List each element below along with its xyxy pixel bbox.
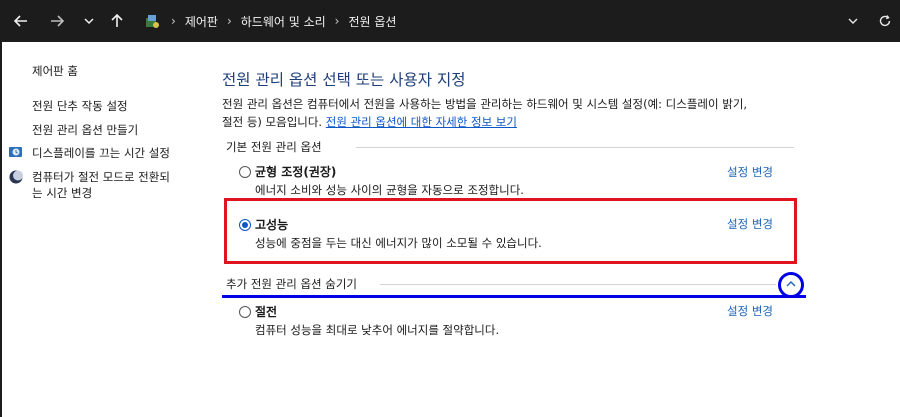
breadcrumb-separator: ›: [334, 14, 340, 28]
sidebar-item-sleep-line2[interactable]: 는 시간 변경: [32, 185, 92, 201]
forward-button[interactable]: [44, 8, 70, 34]
collapse-button[interactable]: [778, 272, 804, 298]
highlight-underline-blue: [222, 295, 806, 298]
plan-balanced-desc: 에너지 소비와 성능 사이의 균형을 자동으로 조정합니다.: [255, 183, 524, 197]
breadcrumb-separator: ›: [171, 14, 176, 28]
sidebar-item-control-panel-home[interactable]: 제어판 홈: [32, 63, 78, 79]
plan-high-performance-desc: 성능에 중점을 두는 대신 에너지가 많이 소모될 수 있습니다.: [255, 236, 542, 250]
refresh-icon: [879, 15, 891, 27]
description-line1: 전원 관리 옵션은 컴퓨터에서 전원을 사용하는 방법을 관리하는 하드웨어 및…: [222, 97, 748, 111]
title-bar: › 제어판 › 하드웨어 및 소리 › 전원 옵션: [0, 0, 900, 42]
arrow-left-icon: [13, 15, 27, 27]
plan-power-saver-desc: 컴퓨터 성능을 최대로 낮추어 에너지를 절약합니다.: [255, 323, 500, 337]
sidebar-item-sleep-line1[interactable]: 컴퓨터가 절전 모드로 전환되: [32, 169, 170, 185]
sidebar-item-create-plan[interactable]: 전원 관리 옵션 만들기: [32, 122, 138, 138]
sidebar-item-power-button[interactable]: 전원 단추 작동 설정: [32, 98, 128, 114]
up-button[interactable]: [104, 8, 130, 34]
breadcrumb-separator: ›: [226, 14, 232, 28]
chevron-up-icon: [786, 281, 796, 287]
description-text: 절전 등) 모음입니다.: [222, 115, 323, 129]
group-divider: [380, 284, 776, 285]
group-extra-title[interactable]: 추가 전원 관리 옵션 숨기기: [226, 276, 357, 292]
plan-high-performance-radio[interactable]: [239, 219, 251, 231]
group-basic-title: 기본 전원 관리 옵션: [226, 140, 322, 154]
back-button[interactable]: [8, 8, 34, 34]
plan-balanced-change-link[interactable]: 설정 변경: [727, 164, 773, 180]
highlight-box-red: [224, 198, 797, 264]
plan-balanced-radio[interactable]: [239, 166, 251, 178]
moon-icon: [9, 170, 23, 184]
plan-high-performance-name[interactable]: 고성능: [255, 216, 288, 233]
arrow-up-icon: [111, 13, 123, 27]
breadcrumb-hardware-sound[interactable]: 하드웨어 및 소리: [241, 13, 326, 30]
group-divider: [356, 147, 794, 148]
recent-locations-button[interactable]: [76, 8, 102, 34]
address-bar[interactable]: › 제어판 › 하드웨어 및 소리 › 전원 옵션: [135, 4, 865, 38]
control-panel-icon: [146, 15, 159, 28]
plan-power-saver-radio[interactable]: [239, 306, 251, 318]
plan-balanced-name[interactable]: 균형 조정(권장): [255, 163, 336, 180]
sidebar: 제어판 홈 전원 단추 작동 설정 전원 관리 옵션 만들기 디스플레이를 끄는…: [0, 42, 215, 417]
clock-shield-icon: [9, 147, 22, 157]
chevron-down-icon: [84, 18, 94, 25]
plan-power-saver-change-link[interactable]: 설정 변경: [727, 303, 773, 319]
address-dropdown-button[interactable]: [840, 8, 866, 34]
power-plan-info-link[interactable]: 전원 관리 옵션에 대한 자세한 정보 보기: [326, 115, 517, 129]
main-content: 전원 관리 옵션 선택 또는 사용자 지정 전원 관리 옵션은 컴퓨터에서 전원…: [222, 42, 900, 417]
sidebar-item-display-off[interactable]: 디스플레이를 끄는 시간 설정: [32, 145, 170, 161]
page-title: 전원 관리 옵션 선택 또는 사용자 지정: [222, 71, 466, 89]
breadcrumb-control-panel[interactable]: 제어판: [185, 13, 218, 30]
plan-high-performance-change-link[interactable]: 설정 변경: [727, 216, 773, 232]
breadcrumb-power-options[interactable]: 전원 옵션: [348, 13, 396, 30]
page-description: 전원 관리 옵션은 컴퓨터에서 전원을 사용하는 방법을 관리하는 하드웨어 및…: [222, 95, 792, 131]
plan-power-saver-name[interactable]: 절전: [255, 303, 277, 320]
arrow-right-icon: [51, 15, 65, 27]
refresh-button[interactable]: [872, 8, 898, 34]
description-line2: 절전 등) 모음입니다. 전원 관리 옵션에 대한 자세한 정보 보기: [222, 113, 792, 131]
chevron-down-icon: [848, 18, 858, 24]
